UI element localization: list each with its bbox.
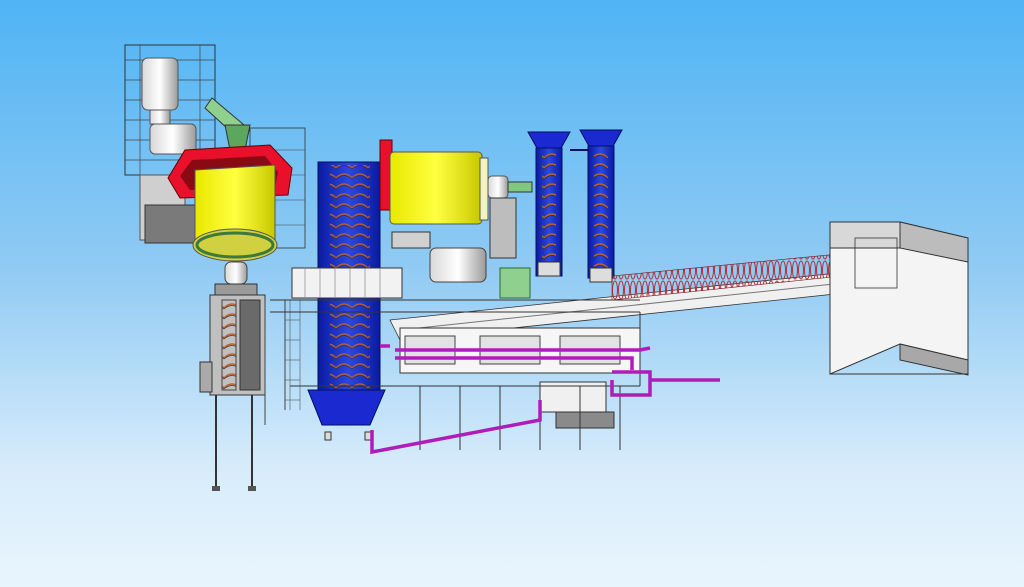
cad-viewport [0, 0, 1024, 587]
cyclone-column-2 [570, 129, 623, 283]
grinding-mill-upper [379, 139, 533, 283]
plant-3d-model [124, 44, 969, 491]
support-frames [199, 294, 301, 491]
cyclone-column-1 [527, 131, 571, 277]
receiving-building [829, 221, 969, 376]
spiral-classifier-main [307, 161, 386, 441]
